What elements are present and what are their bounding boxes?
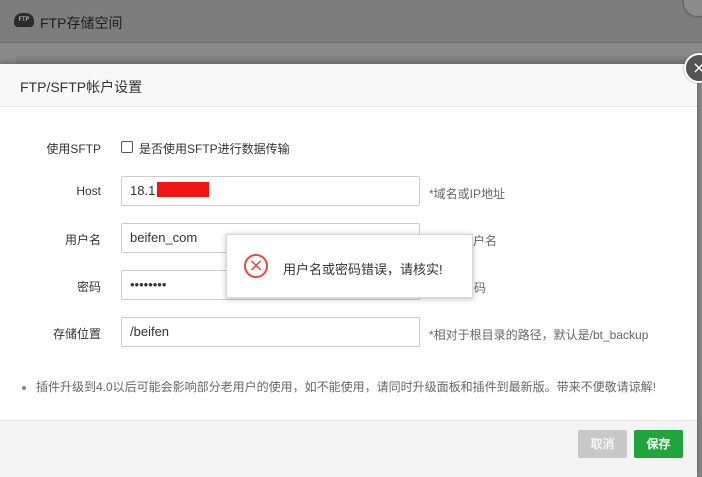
host-label: Host <box>76 184 101 198</box>
dialog-header: FTP/SFTP帐户设置 × <box>0 53 702 107</box>
cancel-button[interactable]: 取消 <box>578 430 627 458</box>
username-label: 用户名 <box>64 233 101 247</box>
upgrade-note-text: 插件升级到4.0以后可能会影响部分老用户的使用，如不能使用，请同时升级面板和插件… <box>36 380 657 394</box>
storage-row: 存储位置 /beifen *相对于根目录的路径，默认是/bt_backup <box>0 317 697 349</box>
storage-label: 存储位置 <box>52 327 101 341</box>
sftp-checkbox-label[interactable]: 是否使用SFTP进行数据传输 <box>139 140 290 157</box>
background-header: FTP FTP存储空间 <box>0 0 702 43</box>
host-row: Host 18.1 *域名或IP地址 <box>0 176 697 208</box>
sftp-label: 使用SFTP <box>46 142 101 156</box>
username-hint: 户名 <box>473 234 498 248</box>
toast-message: 用户名或密码错误，请核实! <box>283 262 443 277</box>
redaction-bar <box>157 182 209 197</box>
bullet-icon <box>22 385 26 390</box>
error-toast: × 用户名或密码错误，请核实! <box>226 234 473 298</box>
dialog-footer: 取消 保存 <box>0 420 697 477</box>
close-icon[interactable]: × <box>684 53 702 83</box>
error-circle-icon: × <box>244 254 268 278</box>
storage-hint: *相对于根目录的路径，默认是/bt_backup <box>429 328 649 342</box>
sftp-checkbox[interactable] <box>121 141 133 153</box>
password-label: 密码 <box>76 280 101 294</box>
dialog-title: FTP/SFTP帐户设置 <box>20 79 143 95</box>
background-title: FTP存储空间 <box>40 15 123 31</box>
ftp-cloud-icon: FTP <box>14 13 34 27</box>
save-button[interactable]: 保存 <box>634 430 683 458</box>
sftp-row: 使用SFTP 是否使用SFTP进行数据传输 <box>0 132 697 164</box>
host-hint: *域名或IP地址 <box>429 187 506 201</box>
storage-input[interactable]: /beifen <box>121 317 420 347</box>
upgrade-note: 插件升级到4.0以后可能会影响部分老用户的使用，如不能使用，请同时升级面板和插件… <box>22 378 656 395</box>
password-hint: 码 <box>474 281 487 295</box>
